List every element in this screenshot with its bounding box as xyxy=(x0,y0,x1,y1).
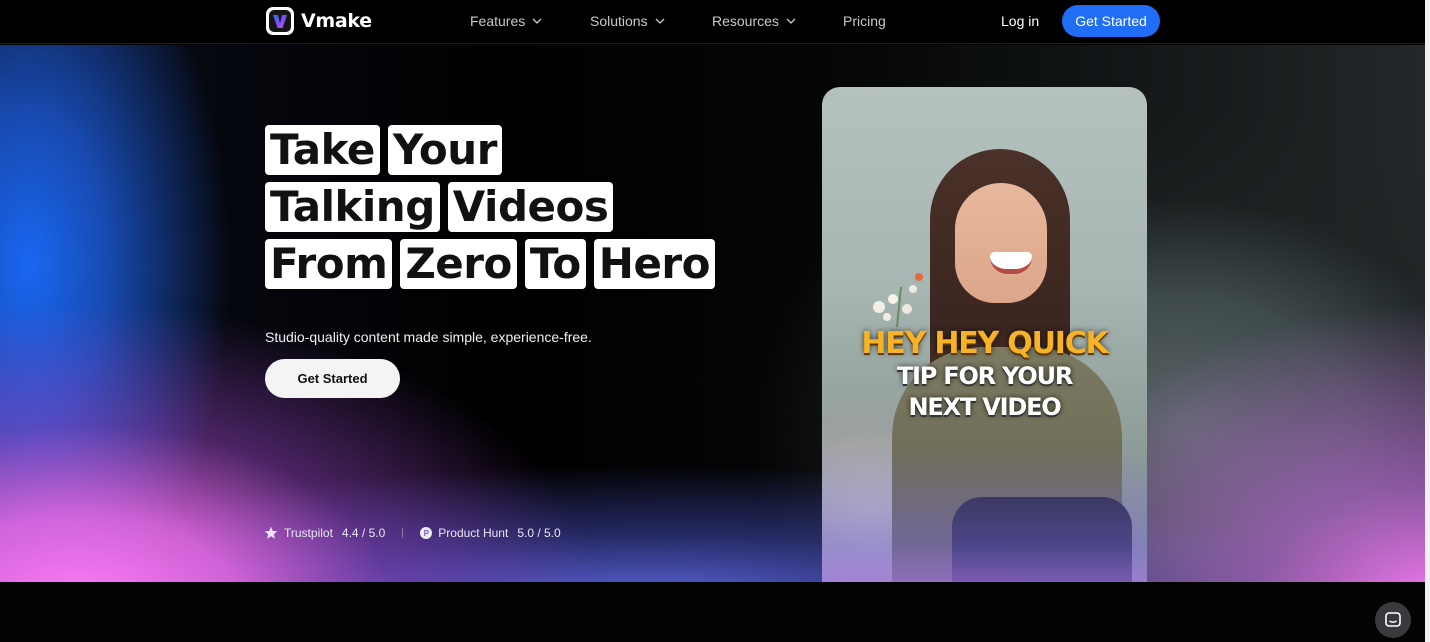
nav-pricing[interactable]: Pricing xyxy=(843,13,886,29)
product-hunt-icon: P xyxy=(420,527,433,539)
headline-row: From Zero To Hero xyxy=(265,239,715,289)
trustpilot-label: Trustpilot xyxy=(284,526,333,540)
nav-resources-label: Resources xyxy=(712,13,779,29)
nav-resources[interactable]: Resources xyxy=(712,13,796,29)
headline-word: To xyxy=(524,239,586,289)
hero-headline: Take Your Talking Videos From Zero To He… xyxy=(265,125,715,296)
product-hunt-score: 5.0 / 5.0 xyxy=(517,526,561,540)
caption-line-2: TIP FOR YOUR xyxy=(896,362,1074,390)
headline-word: Zero xyxy=(400,239,517,289)
brand-name: Vmake xyxy=(301,10,372,32)
page-scrollbar[interactable] xyxy=(1425,0,1430,642)
video-caption: HEY HEY QUICK TIP FOR YOUR NEXT VIDEO xyxy=(822,327,1147,423)
nav-pricing-label: Pricing xyxy=(843,13,886,29)
headline-word: Videos xyxy=(447,182,614,232)
chevron-down-icon xyxy=(655,18,665,24)
next-section xyxy=(0,582,1425,642)
video-gradient-overlay xyxy=(822,447,1147,582)
hero-video-card[interactable]: HEY HEY QUICK TIP FOR YOUR NEXT VIDEO xyxy=(822,87,1147,582)
chat-icon xyxy=(1385,612,1401,627)
nav-features-label: Features xyxy=(470,13,526,29)
login-link[interactable]: Log in xyxy=(1001,13,1039,29)
nav-solutions-label: Solutions xyxy=(590,13,648,29)
top-nav: Vmake Features Solutions Resources Prici… xyxy=(0,0,1425,44)
ratings-divider xyxy=(402,528,404,538)
chevron-down-icon xyxy=(786,18,796,24)
caption-line-1: HEY HEY QUICK xyxy=(861,326,1108,361)
brand-logo[interactable]: Vmake xyxy=(266,7,372,35)
product-hunt-label: Product Hunt xyxy=(438,526,509,540)
chat-widget-button[interactable] xyxy=(1375,602,1411,638)
nav-get-started-button[interactable]: Get Started xyxy=(1062,5,1160,37)
headline-word: Take xyxy=(265,125,380,175)
headline-word: Hero xyxy=(593,239,715,289)
person-face xyxy=(955,183,1047,303)
headline-row: Talking Videos xyxy=(265,182,715,232)
flowers-image xyxy=(873,273,923,327)
nav-features[interactable]: Features xyxy=(470,13,542,29)
headline-word: From xyxy=(265,239,393,289)
vmake-logo-icon xyxy=(266,7,294,35)
headline-word: Talking xyxy=(265,182,440,232)
trustpilot-score: 4.4 / 5.0 xyxy=(341,526,386,540)
hero-subtitle: Studio-quality content made simple, expe… xyxy=(265,329,592,345)
star-icon xyxy=(264,526,278,540)
hero-get-started-button[interactable]: Get Started xyxy=(265,359,400,398)
headline-row: Take Your xyxy=(265,125,715,175)
nav-solutions[interactable]: Solutions xyxy=(590,13,665,29)
headline-word: Your xyxy=(387,125,502,175)
hero-section: Take Your Talking Videos From Zero To He… xyxy=(0,45,1425,582)
ratings-bar: Trustpilot 4.4 / 5.0 P Product Hunt 5.0 … xyxy=(264,526,561,540)
caption-line-3: NEXT VIDEO xyxy=(908,393,1062,421)
chevron-down-icon xyxy=(532,18,542,24)
